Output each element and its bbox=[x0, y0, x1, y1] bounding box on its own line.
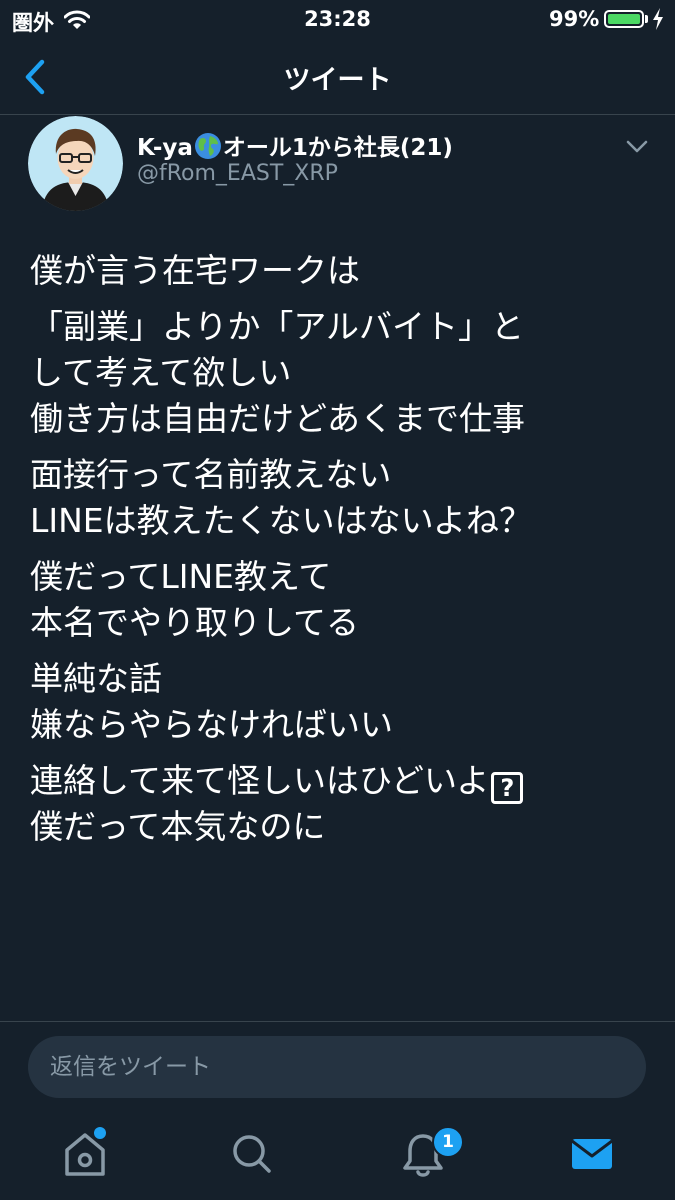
tweet-paragraph: 面接行って名前教えない LINEは教えたくないはないよね？ bbox=[30, 452, 650, 544]
author-name-suffix: オール1から社長(21) bbox=[222, 135, 453, 161]
author-display-name[interactable]: K-ya オール1から社長(21) bbox=[137, 128, 453, 162]
charging-bolt-icon bbox=[653, 8, 663, 30]
unsupported-glyph-icon: ? bbox=[491, 772, 524, 804]
author-handle[interactable]: @fRom_EAST_XRP bbox=[137, 161, 338, 186]
tweet-detail-screen: 圏外 23:28 99% ツイート K-ya オール1から社長(21) @fRo… bbox=[0, 0, 675, 1200]
tweet-line: 連絡して来て怪しいはひどいよ bbox=[30, 761, 490, 800]
tweet-line: 嫌ならやらなければいい bbox=[30, 705, 393, 744]
battery-tip bbox=[645, 15, 648, 23]
tweet-line: 働き方は自由だけどあくまで仕事 bbox=[30, 399, 525, 438]
new-content-dot bbox=[94, 1127, 106, 1139]
tweet-paragraph: 連絡して来て怪しいはひどいよ? 僕だって本気なのに bbox=[30, 758, 650, 850]
tab-bar bbox=[0, 1110, 675, 1200]
author-name-text: K-ya bbox=[137, 135, 193, 161]
page-title: ツイート bbox=[283, 65, 392, 96]
tweet-paragraph: 僕が言う在宅ワークは bbox=[30, 248, 650, 294]
home-icon[interactable] bbox=[55, 1124, 115, 1184]
tweet-line: して考えて欲しい bbox=[30, 353, 292, 392]
tweet-line: 単純な話 bbox=[30, 659, 162, 698]
battery-percent: 99% bbox=[549, 7, 600, 31]
battery-icon bbox=[604, 10, 644, 28]
globe-icon bbox=[194, 133, 221, 159]
tweet-line: 「副業」よりか「アルバイト」と bbox=[30, 307, 525, 346]
tweet-paragraph: 単純な話 嫌ならやらなければいい bbox=[30, 656, 650, 748]
divider bbox=[0, 1021, 675, 1022]
navigation-bar: ツイート bbox=[0, 40, 675, 115]
notification-badge: 1 bbox=[432, 1126, 464, 1158]
tweet-paragraph: 「副業」よりか「アルバイト」と して考えて欲しい 働き方は自由だけどあくまで仕事 bbox=[30, 304, 650, 442]
mail-icon[interactable] bbox=[562, 1124, 622, 1184]
tweet-line: LINEは教えたくないはないよね？ bbox=[30, 501, 532, 540]
tweet-line: 僕が言う在宅ワークは bbox=[30, 251, 360, 290]
avatar[interactable] bbox=[28, 116, 123, 211]
tweet-paragraph: 僕だってLINE教えて 本名でやり取りしてる bbox=[30, 554, 650, 646]
status-bar: 圏外 23:28 99% bbox=[0, 0, 675, 40]
tweet-line: 面接行って名前教えない bbox=[30, 455, 392, 494]
avatar-illustration-icon bbox=[28, 116, 123, 211]
reply-input[interactable] bbox=[28, 1036, 646, 1098]
battery-fill bbox=[608, 14, 640, 24]
tweet-text: 僕が言う在宅ワークは 「副業」よりか「アルバイト」と して考えて欲しい 働き方は… bbox=[30, 248, 650, 860]
search-icon[interactable] bbox=[222, 1124, 282, 1184]
tweet-line: 僕だって本気なのに bbox=[30, 807, 326, 846]
tweet-line: 僕だってLINE教えて bbox=[30, 557, 332, 596]
tweet-line: 本名でやり取りしてる bbox=[30, 603, 360, 642]
chevron-down-icon[interactable] bbox=[626, 140, 648, 154]
